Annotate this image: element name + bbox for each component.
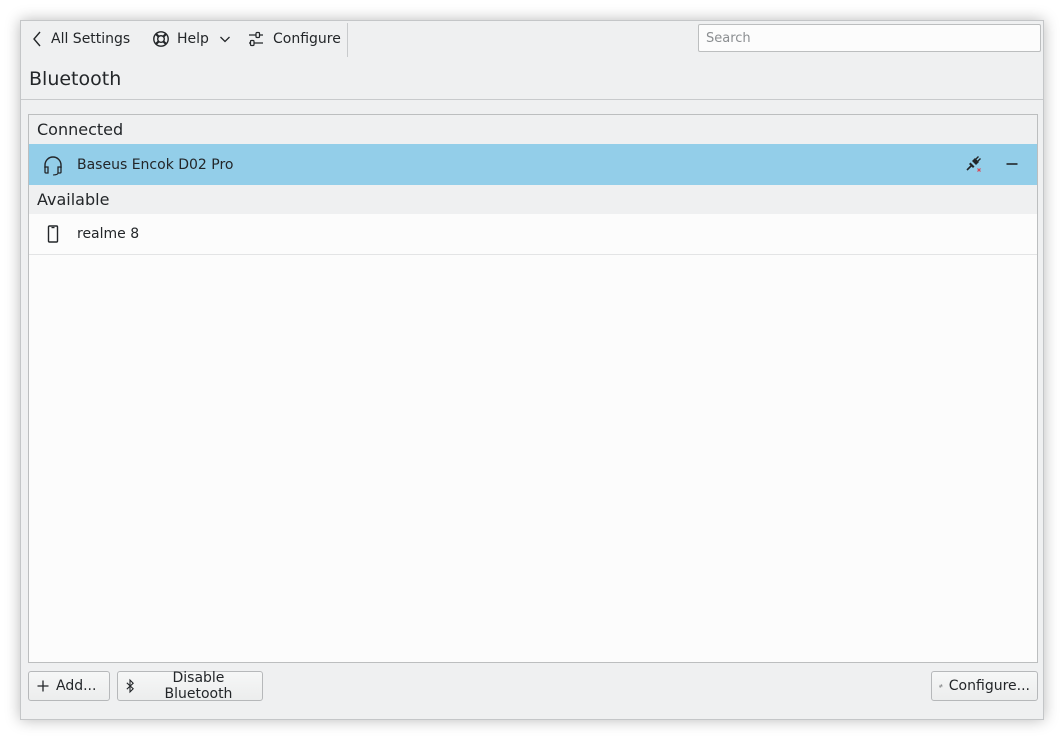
header-divider: [21, 99, 1043, 100]
plus-icon: [37, 680, 49, 692]
settings-window: All Settings Help Configure Search Bluet…: [20, 20, 1044, 720]
sliders-icon: [939, 684, 943, 688]
toolbar-separator: [347, 23, 348, 57]
help-label: Help: [177, 31, 209, 47]
disable-bluetooth-label: Disable Bluetooth: [164, 670, 233, 702]
device-name: realme 8: [77, 226, 140, 242]
section-header-available: Available: [29, 185, 1037, 214]
disconnect-plug-icon[interactable]: [961, 152, 985, 176]
disable-bluetooth-button[interactable]: Disable Bluetooth: [117, 670, 263, 702]
toolbar: All Settings Help Configure Search: [21, 21, 1043, 57]
device-row-realme[interactable]: realme 8: [29, 214, 1037, 255]
all-settings-button[interactable]: All Settings: [31, 25, 130, 53]
configure-label: Configure...: [948, 678, 1030, 694]
lifebuoy-icon: [152, 30, 170, 48]
chevron-left-icon: [31, 30, 43, 48]
headphones-icon: [41, 153, 65, 177]
configure-toolbar-label: Configure: [273, 31, 341, 47]
search-input[interactable]: [698, 24, 1041, 52]
configure-toolbar-button[interactable]: Configure: [247, 25, 341, 53]
configure-button[interactable]: Configure...: [931, 671, 1038, 701]
add-device-label: Add...: [56, 678, 97, 694]
sliders-icon: [247, 30, 265, 48]
help-button[interactable]: Help: [152, 25, 231, 53]
device-list: Connected Baseus Encok D02 Pro Available…: [28, 114, 1038, 663]
phone-icon: [41, 222, 65, 246]
device-row-baseus[interactable]: Baseus Encok D02 Pro: [29, 144, 1037, 185]
page-title: Bluetooth: [29, 68, 122, 90]
section-header-connected: Connected: [29, 115, 1037, 144]
bluetooth-icon: [126, 678, 134, 694]
device-name: Baseus Encok D02 Pro: [77, 156, 234, 173]
add-device-button[interactable]: Add...: [28, 671, 110, 701]
chevron-down-icon: [219, 34, 231, 44]
all-settings-label: All Settings: [51, 31, 131, 47]
remove-device-icon[interactable]: [1000, 152, 1024, 176]
